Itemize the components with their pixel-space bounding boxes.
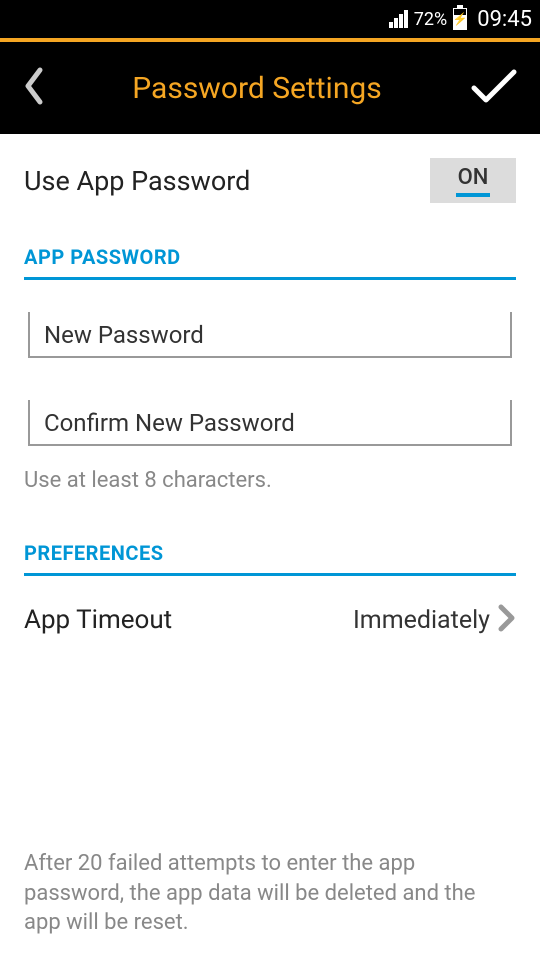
confirm-button[interactable] [470, 68, 518, 108]
toggle-indicator [456, 193, 490, 197]
app-timeout-label: App Timeout [24, 605, 172, 635]
section-divider [24, 277, 516, 280]
app-timeout-row[interactable]: App Timeout Immediately [24, 604, 516, 636]
content-area: Use App Password ON APP PASSWORD Use at … [0, 134, 540, 636]
header-bar: Password Settings [0, 42, 540, 134]
new-password-input[interactable] [28, 312, 512, 358]
status-time: 09:45 [477, 7, 532, 32]
back-button[interactable] [22, 66, 44, 110]
battery-icon: ⚡ [453, 8, 467, 30]
use-app-password-label: Use App Password [24, 165, 250, 197]
signal-icon [389, 10, 408, 28]
app-password-section-header: APP PASSWORD [24, 245, 516, 269]
chevron-left-icon [22, 66, 44, 106]
preferences-section-header: PREFERENCES [24, 541, 516, 565]
use-app-password-toggle[interactable]: ON [430, 158, 516, 203]
footer-warning-text: After 20 failed attempts to enter the ap… [24, 849, 516, 938]
section-divider [24, 573, 516, 576]
app-timeout-value: Immediately [353, 606, 490, 635]
confirm-password-input[interactable] [28, 400, 512, 446]
status-bar: 72% ⚡ 09:45 [0, 0, 540, 38]
chevron-right-icon [498, 604, 516, 636]
checkmark-icon [470, 68, 518, 104]
battery-percent: 72% [414, 9, 447, 30]
toggle-state-text: ON [458, 165, 489, 190]
use-app-password-row: Use App Password ON [24, 158, 516, 203]
page-title: Password Settings [132, 71, 382, 106]
